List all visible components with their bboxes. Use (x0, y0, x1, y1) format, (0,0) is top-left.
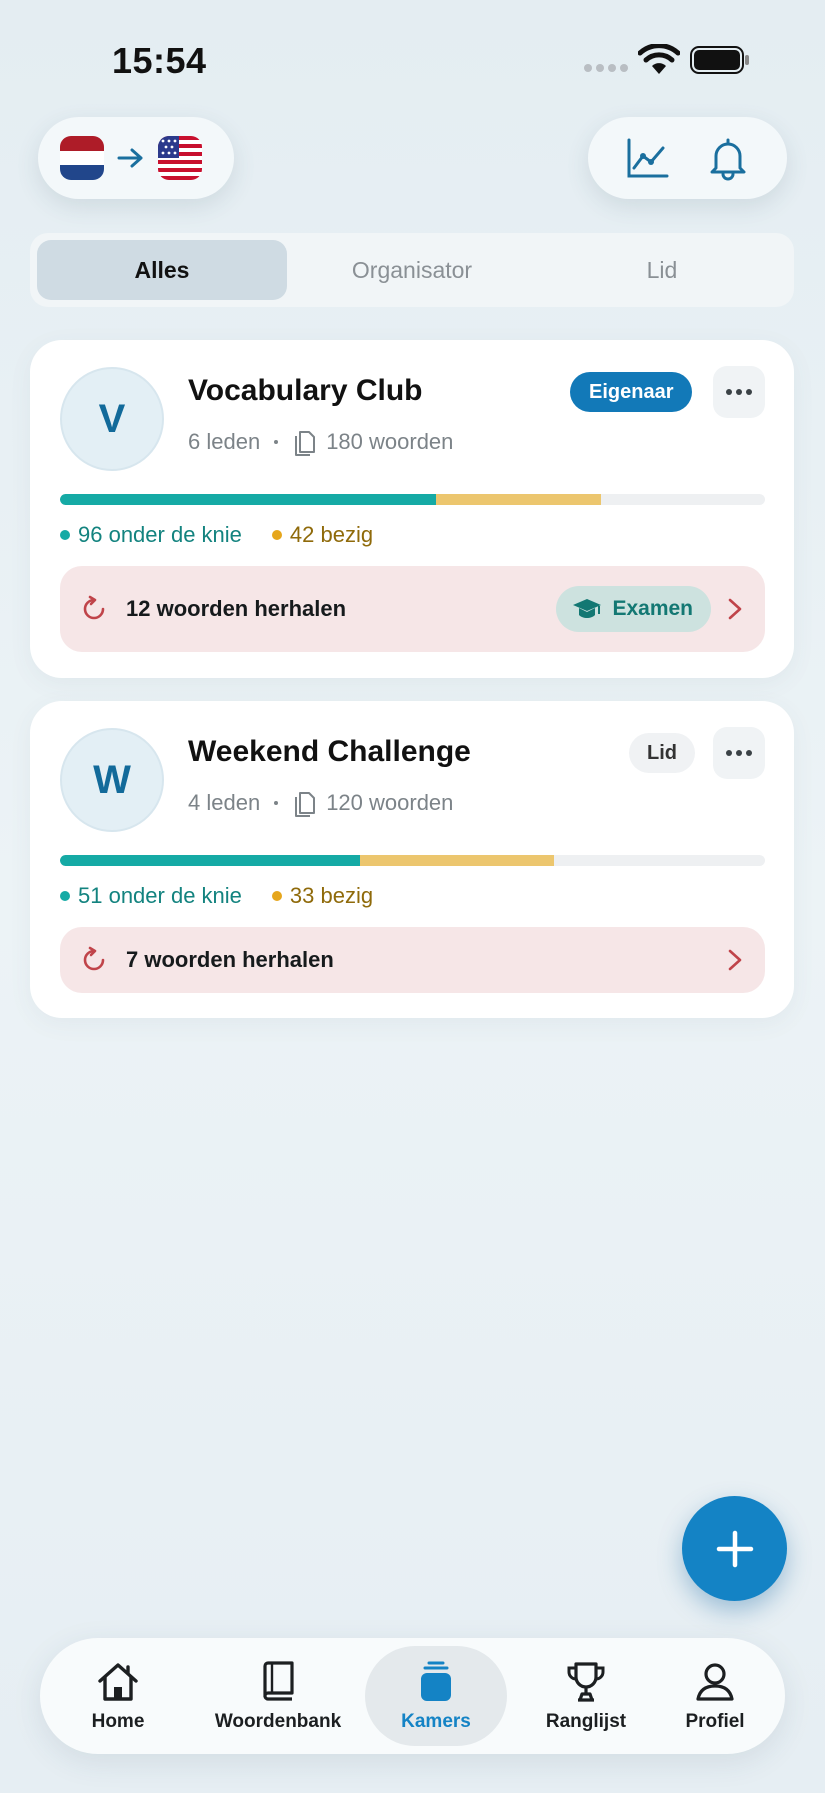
graduation-cap-icon (573, 599, 602, 618)
tab-woordenbank[interactable]: Woordenbank (198, 1646, 358, 1746)
language-switcher[interactable] (38, 117, 234, 199)
battery-icon (690, 46, 749, 74)
room-filter: Alles Organisator Lid (30, 233, 794, 307)
chevron-right-icon (728, 598, 742, 620)
status-bar: 15:54 (0, 0, 825, 120)
legend-known: 96 onder de knie (60, 522, 242, 548)
book-icon (263, 1661, 294, 1701)
separator-dot (274, 440, 279, 444)
chevron-right-icon (728, 949, 742, 971)
legend-known: 51 onder de knie (60, 883, 242, 909)
top-actions (588, 117, 787, 199)
separator-dot (274, 801, 279, 805)
more-options-button[interactable] (713, 727, 765, 779)
legend-busy: 33 bezig (271, 883, 373, 909)
progress-busy (436, 494, 601, 505)
usa-flag-icon (158, 136, 202, 180)
add-room-button[interactable] (682, 1496, 787, 1601)
legend-busy: 42 bezig (271, 522, 373, 548)
room-card[interactable]: W Weekend Challenge 4 leden 120 woorden … (30, 701, 794, 1018)
filter-tab-member[interactable]: Lid (537, 240, 787, 300)
more-options-button[interactable] (713, 366, 765, 418)
tab-bar: Home Woordenbank Kamers Ranglijst Profie… (40, 1638, 785, 1754)
tab-kamers[interactable]: Kamers (365, 1646, 507, 1746)
progress-bar (60, 855, 765, 866)
progress-legend: 51 onder de knie 33 bezig (60, 883, 373, 909)
chart-icon[interactable] (623, 134, 671, 182)
review-row[interactable]: 12 woorden herhalen Examen (60, 566, 765, 652)
role-badge: Eigenaar (570, 372, 693, 412)
role-badge: Lid (629, 733, 695, 773)
word-count: 180 woorden (326, 429, 454, 454)
filter-tab-all[interactable]: Alles (37, 240, 287, 300)
cellular-signal-icon (584, 64, 628, 72)
tab-label: Kamers (401, 1711, 471, 1732)
room-name: Weekend Challenge (188, 735, 471, 768)
tab-ranglijst[interactable]: Ranglijst (516, 1646, 656, 1746)
review-label: 12 woorden herhalen (126, 596, 347, 621)
progress-bar (60, 494, 765, 505)
tab-label: Woordenbank (214, 1711, 342, 1732)
progress-busy (359, 855, 554, 866)
progress-known (60, 494, 436, 505)
room-avatar: V (60, 367, 164, 471)
home-icon (98, 1663, 138, 1701)
room-name: Vocabulary Club (188, 374, 423, 407)
refresh-icon (83, 595, 105, 620)
room-avatar: W (60, 728, 164, 832)
word-count: 120 woorden (326, 790, 454, 815)
wifi-icon (638, 44, 680, 74)
room-card[interactable]: V Vocabulary Club 6 leden 180 woorden Ei… (30, 340, 794, 678)
progress-legend: 96 onder de knie 42 bezig (60, 522, 373, 548)
exam-button[interactable]: Examen (556, 586, 711, 632)
exam-label: Examen (612, 597, 693, 620)
member-count: 4 leden (188, 790, 261, 815)
documents-icon (295, 792, 316, 817)
tab-home[interactable]: Home (60, 1646, 176, 1746)
tab-label: Profiel (685, 1711, 745, 1732)
documents-icon (295, 431, 316, 456)
trophy-icon (567, 1662, 605, 1702)
person-icon (696, 1663, 734, 1701)
tab-label: Home (91, 1711, 145, 1732)
rooms-icon (421, 1661, 451, 1701)
plus-icon (716, 1530, 753, 1567)
arrow-right-icon (117, 148, 143, 168)
tab-label: Ranglijst (545, 1711, 627, 1732)
netherlands-flag-icon (60, 136, 104, 180)
status-time: 15:54 (112, 40, 207, 81)
room-meta: 4 leden 120 woorden (188, 789, 453, 817)
bell-icon[interactable] (704, 134, 752, 182)
review-label: 7 woorden herhalen (126, 947, 334, 972)
filter-tab-organizer[interactable]: Organisator (287, 240, 537, 300)
member-count: 6 leden (188, 429, 261, 454)
progress-known (60, 855, 360, 866)
tab-profiel[interactable]: Profiel (660, 1646, 770, 1746)
room-meta: 6 leden 180 woorden (188, 428, 453, 456)
refresh-icon (83, 946, 105, 971)
review-row[interactable]: 7 woorden herhalen (60, 927, 765, 993)
